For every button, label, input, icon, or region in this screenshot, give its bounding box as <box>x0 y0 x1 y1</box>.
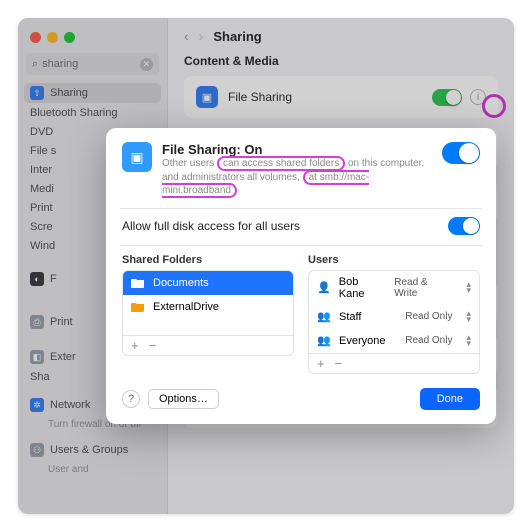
user-item[interactable]: 👤 Bob Kane Read & Write ▴▾ <box>309 271 479 305</box>
user-list-footer: + − <box>309 353 479 373</box>
options-button[interactable]: Options… <box>148 389 219 409</box>
sheet-title: File Sharing: On <box>162 142 432 157</box>
divider <box>120 245 482 246</box>
columns: Shared Folders Documents ExternalDrive +… <box>122 254 480 374</box>
stepper-icon[interactable]: ▴▾ <box>466 311 471 322</box>
folder-list-footer: + − <box>123 335 293 355</box>
user-name: Staff <box>339 311 361 323</box>
add-user-button[interactable]: + <box>317 356 325 371</box>
folder-icon <box>131 276 145 290</box>
folder-item-documents[interactable]: Documents <box>123 271 293 295</box>
highlight-access: can access shared folders <box>217 156 345 171</box>
group-icon: 👥 <box>317 334 331 348</box>
file-sharing-icon: ▣ <box>122 142 152 172</box>
full-disk-row: Allow full disk access for all users <box>122 217 480 235</box>
users-column: Users 👤 Bob Kane Read & Write ▴▾ 👥 Staff Read… <box>308 254 480 374</box>
user-item[interactable]: 👥 Staff Read Only ▴▾ <box>309 305 479 329</box>
sheet-footer: ? Options… Done <box>122 388 480 410</box>
file-sharing-sheet: ▣ File Sharing: On Other users can acces… <box>106 128 496 424</box>
done-button[interactable]: Done <box>420 388 480 410</box>
sheet-header: ▣ File Sharing: On Other users can acces… <box>122 142 480 198</box>
divider <box>120 208 482 209</box>
user-permission[interactable]: Read & Write <box>394 277 452 299</box>
user-name: Everyone <box>339 335 385 347</box>
user-permission[interactable]: Read Only <box>405 335 452 346</box>
user-name: Bob Kane <box>339 276 386 300</box>
users-heading: Users <box>308 254 480 266</box>
system-settings-window: ⌕ sharing ✕ ⇧Sharing Bluetooth Sharing D… <box>18 18 514 514</box>
folder-item-external[interactable]: ExternalDrive <box>123 295 293 319</box>
full-disk-label: Allow full disk access for all users <box>122 219 300 233</box>
remove-folder-button[interactable]: − <box>149 338 157 353</box>
folder-name: Documents <box>153 277 209 289</box>
add-folder-button[interactable]: + <box>131 338 139 353</box>
user-item[interactable]: 👥 Everyone Read Only ▴▾ <box>309 329 479 353</box>
shared-folders-column: Shared Folders Documents ExternalDrive +… <box>122 254 294 374</box>
folder-icon <box>131 300 145 314</box>
sheet-subtitle: Other users can access shared folders on… <box>162 157 432 198</box>
group-icon: 👥 <box>317 310 331 324</box>
stepper-icon[interactable]: ▴▾ <box>466 282 471 293</box>
full-disk-toggle[interactable] <box>448 217 480 235</box>
file-sharing-master-toggle[interactable] <box>442 142 480 164</box>
remove-user-button[interactable]: − <box>335 356 343 371</box>
shared-folders-heading: Shared Folders <box>122 254 294 266</box>
help-button[interactable]: ? <box>122 390 140 408</box>
person-icon: 👤 <box>317 281 331 295</box>
shared-folders-list[interactable]: Documents ExternalDrive + − <box>122 270 294 356</box>
folder-name: ExternalDrive <box>153 301 219 313</box>
users-list[interactable]: 👤 Bob Kane Read & Write ▴▾ 👥 Staff Read Only ▴… <box>308 270 480 374</box>
user-permission[interactable]: Read Only <box>405 311 452 322</box>
stepper-icon[interactable]: ▴▾ <box>466 335 471 346</box>
